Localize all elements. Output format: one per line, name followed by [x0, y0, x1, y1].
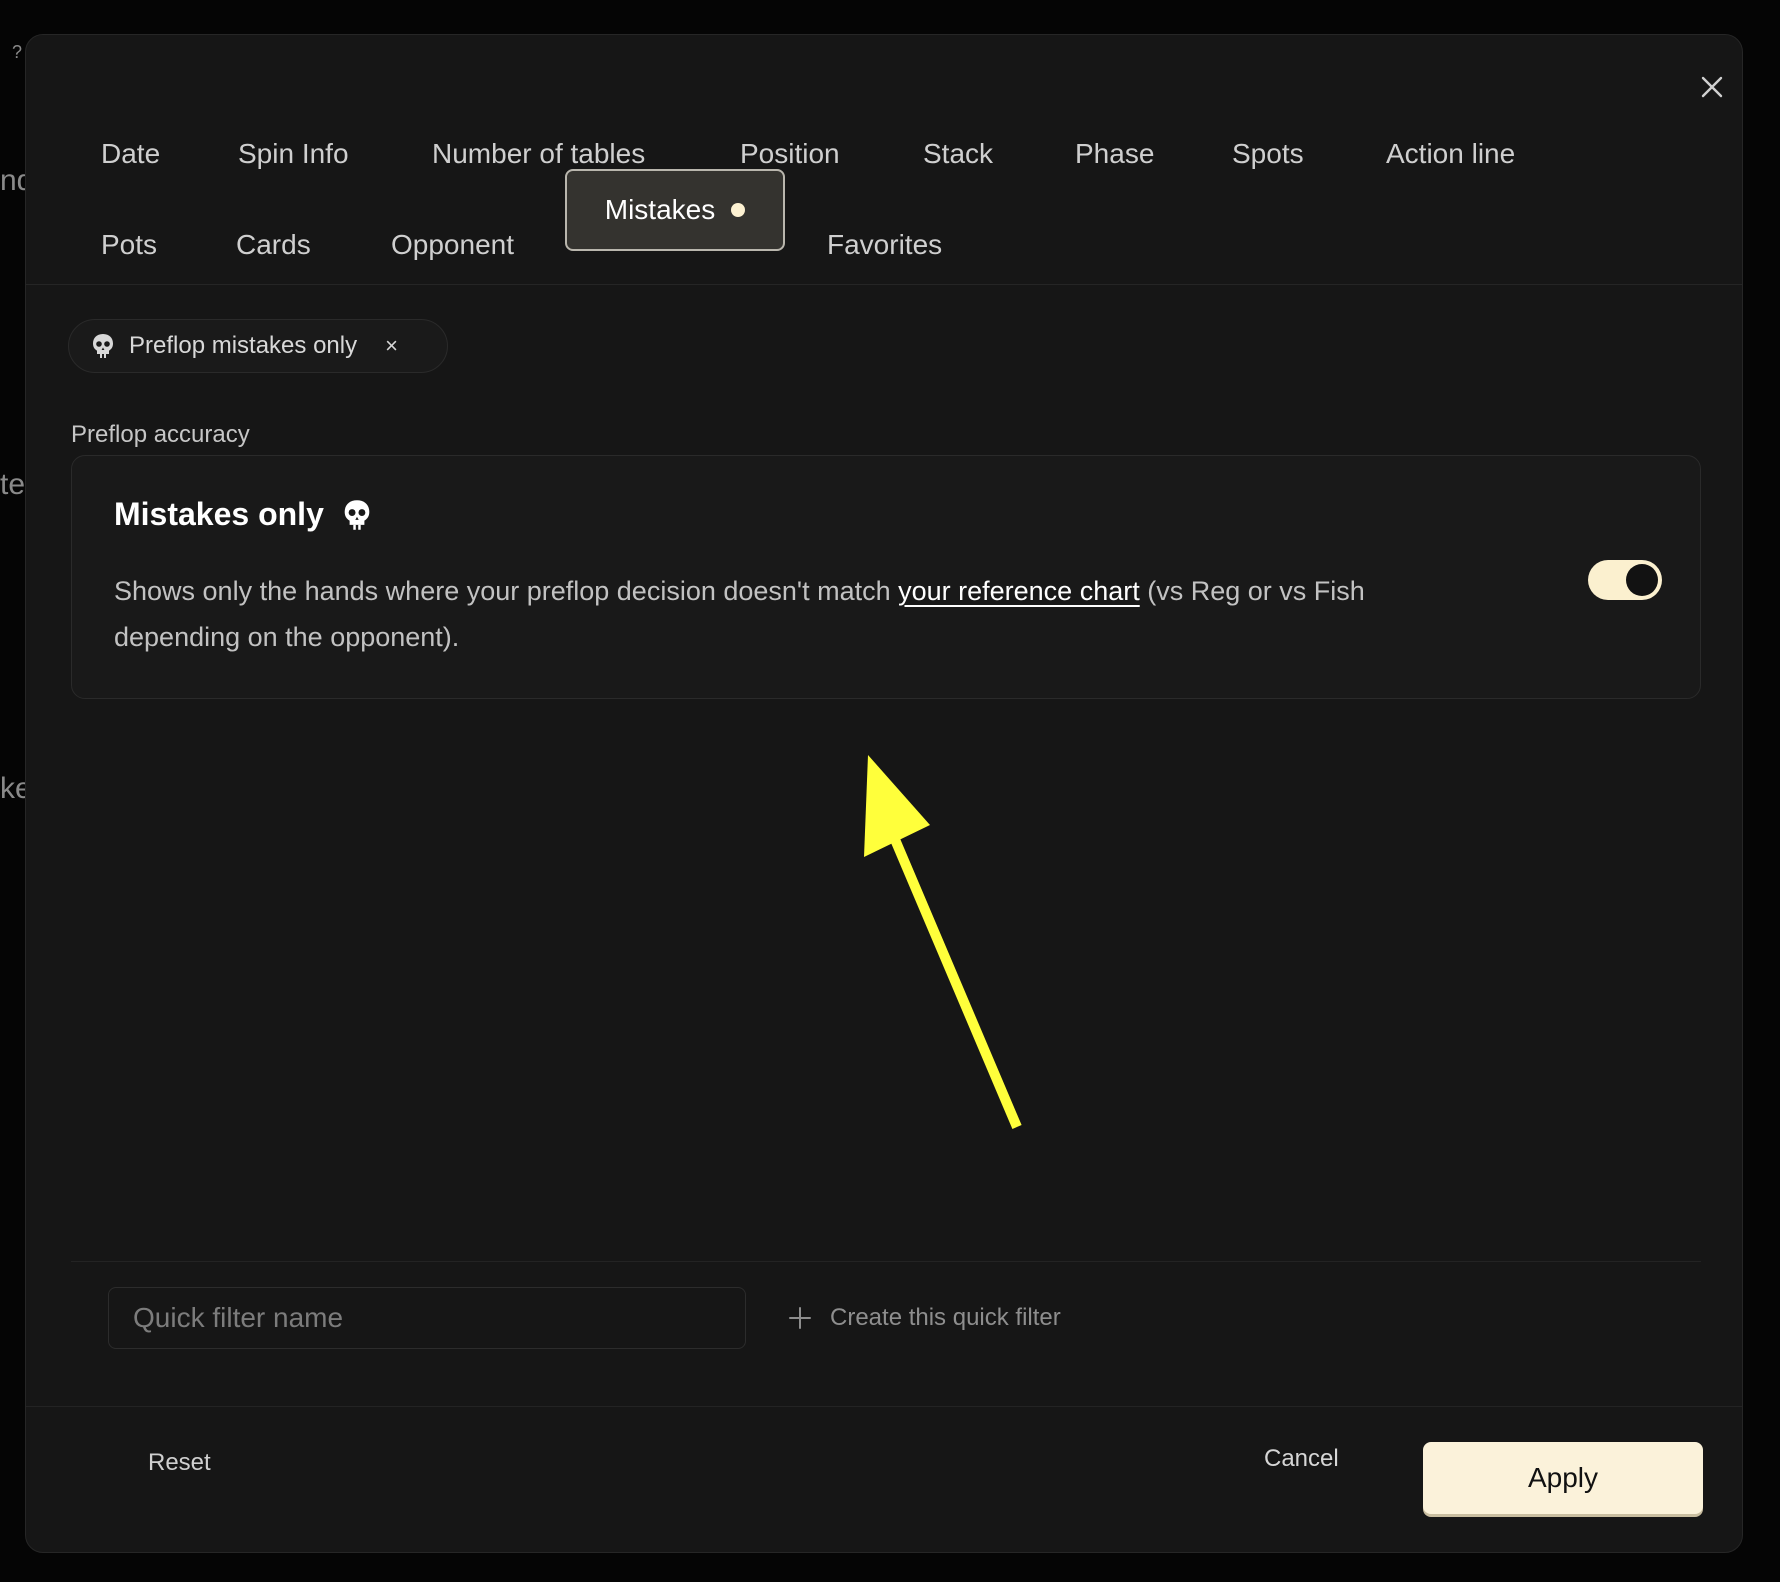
plus-icon	[789, 1307, 811, 1329]
chip-label: Preflop mistakes only	[129, 332, 358, 359]
tab-date[interactable]: Date	[101, 113, 160, 195]
tab-opponent[interactable]: Opponent	[391, 204, 514, 286]
toggle-knob	[1626, 564, 1658, 596]
card-title-text: Mistakes only	[114, 496, 324, 532]
create-quick-filter-button[interactable]: Create this quick filter	[788, 1295, 1061, 1341]
tab-label: Pots	[101, 229, 158, 260]
tab-label: Opponent	[391, 229, 514, 260]
tab-label: Spots	[1232, 138, 1304, 169]
tabs-divider	[26, 284, 1742, 285]
tab-label: Cards	[236, 229, 311, 260]
active-filter-chip: Preflop mistakes only ×	[68, 319, 448, 373]
description-text: Shows only the hands where your preflop …	[114, 576, 899, 606]
background-text-fragment: te	[0, 468, 26, 501]
mistakes-only-card: Mistakes only Shows only the hands where…	[71, 455, 1701, 699]
tab-label: Favorites	[827, 229, 943, 260]
tab-spin-info[interactable]: Spin Info	[238, 113, 349, 195]
skull-icon	[344, 499, 370, 530]
quick-filter-name-input[interactable]	[108, 1287, 746, 1349]
tab-pots[interactable]: Pots	[101, 204, 157, 286]
reference-chart-link[interactable]: your reference chart	[898, 576, 1140, 606]
reset-button[interactable]: Reset	[148, 1449, 211, 1477]
skull-icon	[93, 334, 113, 358]
quick-filter-divider	[71, 1261, 1701, 1262]
tab-spots[interactable]: Spots	[1232, 113, 1304, 195]
apply-button-label: Apply	[1527, 1462, 1599, 1493]
card-description: Shows only the hands where your preflop …	[114, 568, 1434, 660]
tab-label: Date	[101, 138, 161, 169]
section-label: Preflop accuracy	[71, 421, 250, 448]
tab-mistakes[interactable]: Mistakes	[565, 169, 785, 251]
tab-label: Phase	[1075, 138, 1155, 169]
mistakes-only-toggle[interactable]	[1588, 560, 1662, 600]
tab-label: Spin Info	[238, 138, 349, 169]
chip-remove-button[interactable]: ×	[385, 335, 398, 357]
tab-label: Mistakes	[604, 194, 716, 225]
tab-label: Stack	[923, 138, 994, 169]
close-icon	[1701, 76, 1723, 98]
tab-label: Number of tables	[432, 138, 646, 169]
create-quick-filter-label: Create this quick filter	[830, 1304, 1061, 1331]
tab-label: Position	[740, 138, 840, 169]
close-button[interactable]	[1692, 67, 1732, 107]
card-title: Mistakes only	[114, 496, 372, 533]
tab-label: Action line	[1386, 138, 1516, 169]
tab-favorites[interactable]: Favorites	[827, 204, 942, 286]
tab-stack[interactable]: Stack	[923, 113, 993, 195]
background-text-fragment: ?	[12, 42, 23, 62]
filters-modal: Date Spin Info Number of tables Position…	[25, 34, 1743, 1553]
cancel-button[interactable]: Cancel	[1264, 1445, 1339, 1473]
tab-cards[interactable]: Cards	[236, 204, 311, 286]
annotation-arrow	[864, 755, 1022, 1129]
active-filter-dot	[731, 203, 746, 217]
footer-divider	[26, 1406, 1742, 1407]
tab-action-line[interactable]: Action line	[1386, 113, 1515, 195]
apply-button[interactable]: Apply	[1423, 1442, 1703, 1514]
tab-phase[interactable]: Phase	[1075, 113, 1154, 195]
